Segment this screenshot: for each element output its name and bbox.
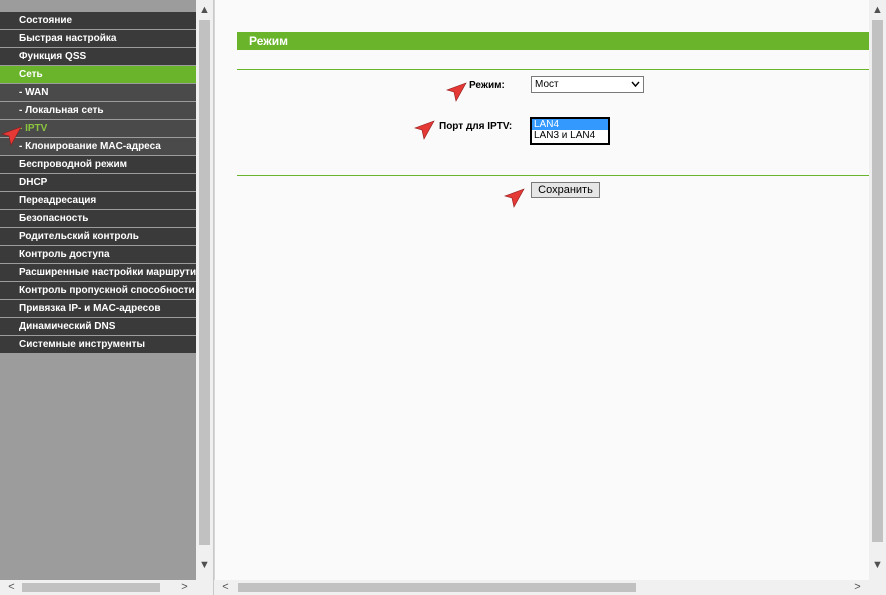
page-title: Режим [237,32,870,50]
port-option-lan4[interactable]: LAN4 [532,119,608,130]
scroll-right-icon[interactable]: > [849,579,866,595]
scrollbar-corner [869,578,886,595]
save-button[interactable]: Сохранить [531,182,600,198]
mode-select-value: Мост [535,79,559,90]
sidebar-item-iptv[interactable]: - IPTV [0,120,196,138]
port-option-lan3-lan4[interactable]: LAN3 и LAN4 [532,130,608,141]
mode-select[interactable]: Мост [531,76,644,93]
left-vertical-scrollbar[interactable]: ▲ ▼ [196,0,213,578]
scroll-down-icon[interactable]: ▼ [869,557,886,574]
sidebar-item-ddns[interactable]: Динамический DNS [0,318,196,336]
scroll-thumb[interactable] [238,583,636,592]
sidebar-item-parental-control[interactable]: Родительский контроль [0,228,196,246]
scroll-down-icon[interactable]: ▼ [196,557,213,574]
iptv-port-listbox[interactable]: LAN4 LAN3 и LAN4 [530,117,610,145]
cursor-annotation-icon [446,82,467,102]
sidebar-menu: Состояние Быстрая настройка Функция QSS … [0,0,196,580]
sidebar-item-advanced-routing[interactable]: Расширенные настройки маршрутизации [0,264,196,282]
scroll-left-icon[interactable]: < [3,579,20,595]
scrollbar-corner [196,578,213,595]
scroll-right-icon[interactable]: > [176,579,193,595]
iptv-port-label: Порт для IPTV: [439,121,513,132]
sidebar-item-security[interactable]: Безопасность [0,210,196,228]
cursor-annotation-icon [504,188,525,208]
cursor-annotation-icon [1,126,22,146]
content-horizontal-scrollbar[interactable]: < > [214,580,869,595]
sidebar-item-dhcp[interactable]: DHCP [0,174,196,192]
scroll-up-icon[interactable]: ▲ [196,2,213,19]
chevron-down-icon [631,77,640,97]
sidebar-item-status[interactable]: Состояние [0,12,196,30]
sidebar-item-mac-clone[interactable]: - Клонирование MAC-адреса [0,138,196,156]
sidebar-item-wan[interactable]: - WAN [0,84,196,102]
mode-label: Режим: [469,80,505,91]
content-frame: Режим Режим: Мост Порт для IPTV: LAN4 LA… [214,0,870,580]
sidebar-item-forwarding[interactable]: Переадресация [0,192,196,210]
scroll-up-icon[interactable]: ▲ [869,2,886,19]
scroll-thumb[interactable] [872,20,883,542]
left-frame: Состояние Быстрая настройка Функция QSS … [0,0,214,595]
scroll-thumb[interactable] [22,583,160,592]
sidebar-item-ip-mac-binding[interactable]: Привязка IP- и MAC-адресов [0,300,196,318]
sidebar-item-network[interactable]: Сеть [0,66,196,84]
scroll-thumb[interactable] [199,20,210,545]
sidebar-item-lan[interactable]: - Локальная сеть [0,102,196,120]
left-horizontal-scrollbar[interactable]: < > [0,580,196,595]
sidebar-item-wireless[interactable]: Беспроводной режим [0,156,196,174]
content-vertical-scrollbar[interactable]: ▲ ▼ [869,0,886,578]
sidebar-item-system-tools[interactable]: Системные инструменты [0,336,196,354]
sidebar-item-access-control[interactable]: Контроль доступа [0,246,196,264]
divider [237,69,870,70]
sidebar-item-quick-setup[interactable]: Быстрая настройка [0,30,196,48]
scroll-left-icon[interactable]: < [217,579,234,595]
cursor-annotation-icon [414,120,435,140]
sidebar-item-bandwidth-control[interactable]: Контроль пропускной способности [0,282,196,300]
divider [237,175,870,176]
sidebar-item-qss[interactable]: Функция QSS [0,48,196,66]
